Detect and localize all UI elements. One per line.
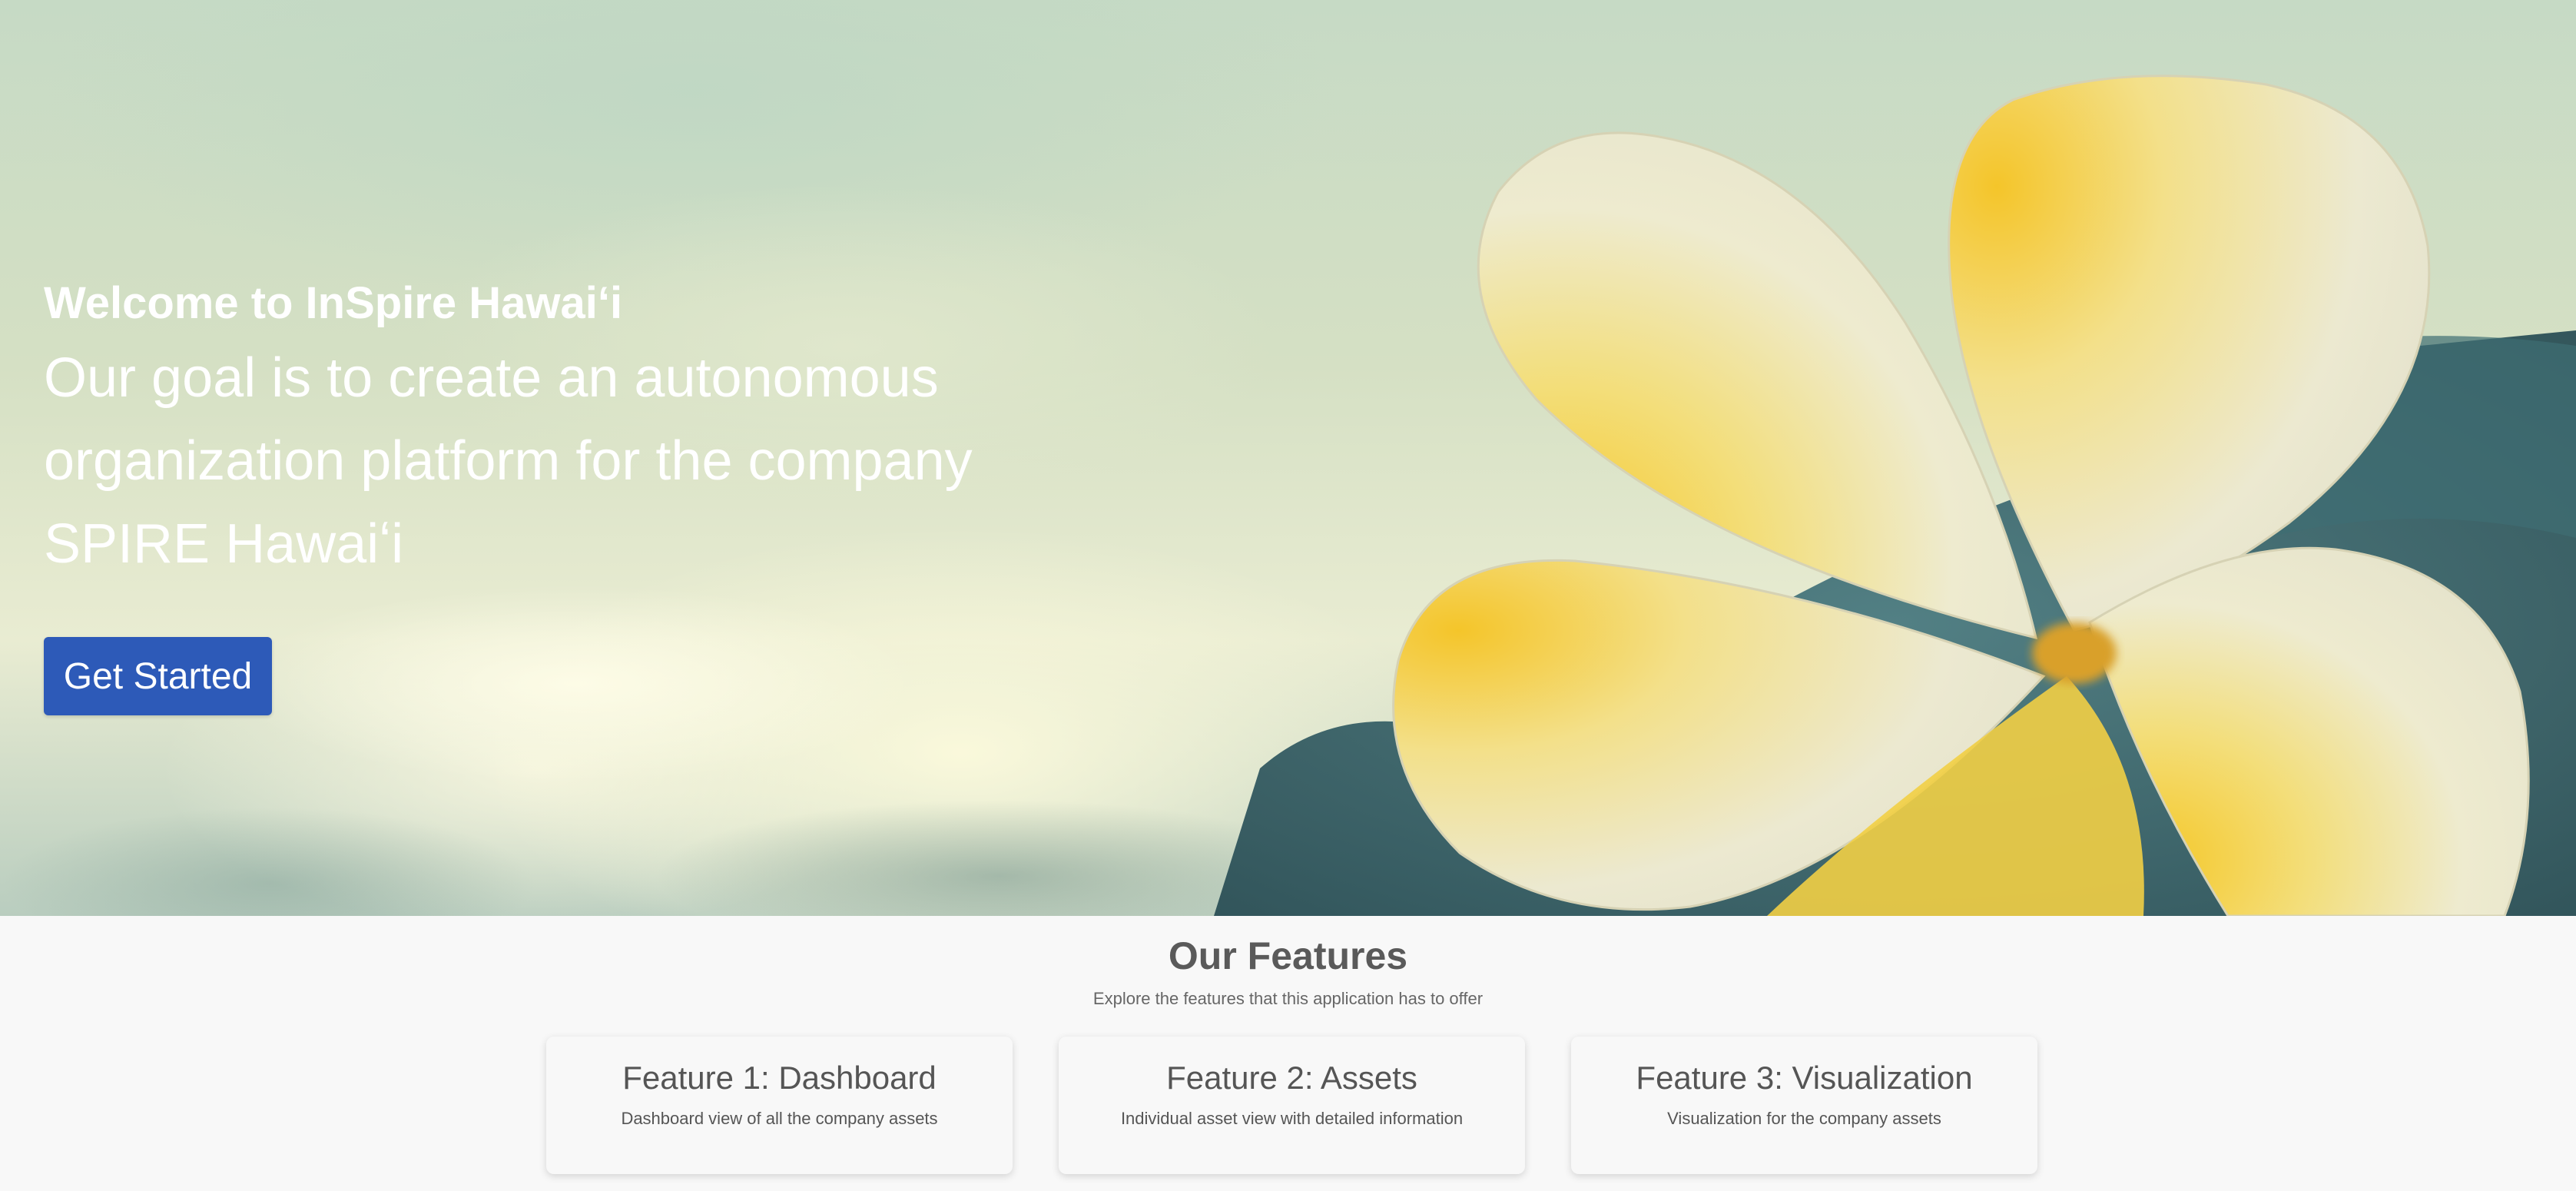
feature-card-title: Feature 1: Dashboard xyxy=(622,1060,937,1096)
feature-card-assets: Feature 2: Assets Individual asset view … xyxy=(1059,1037,1525,1174)
features-title: Our Features xyxy=(1168,934,1408,977)
feature-card-title: Feature 2: Assets xyxy=(1166,1060,1417,1096)
hero-title: Welcome to InSpire Hawaiʻi xyxy=(44,278,623,328)
feature-card-description: Dashboard view of all the company assets xyxy=(621,1109,938,1128)
feature-card-dashboard: Feature 1: Dashboard Dashboard view of a… xyxy=(546,1037,1013,1174)
get-started-button[interactable]: Get Started xyxy=(44,637,272,715)
hero-banner: Welcome to InSpire Hawaiʻi Our goal is t… xyxy=(0,0,2576,916)
hero-goal-text: Our goal is to create an autonomous orga… xyxy=(44,347,973,575)
feature-card-title: Feature 3: Visualization xyxy=(1636,1060,1973,1096)
feature-card-description: Individual asset view with detailed info… xyxy=(1120,1109,1464,1128)
hero-text-block: Welcome to InSpire Hawaiʻi Our goal is t… xyxy=(44,277,1043,586)
feature-card-description: Visualization for the company assets xyxy=(1667,1109,1941,1128)
features-subtitle: Explore the features that this applicati… xyxy=(1092,989,1484,1008)
feature-card-visualization: Feature 3: Visualization Visualization f… xyxy=(1571,1037,2037,1174)
